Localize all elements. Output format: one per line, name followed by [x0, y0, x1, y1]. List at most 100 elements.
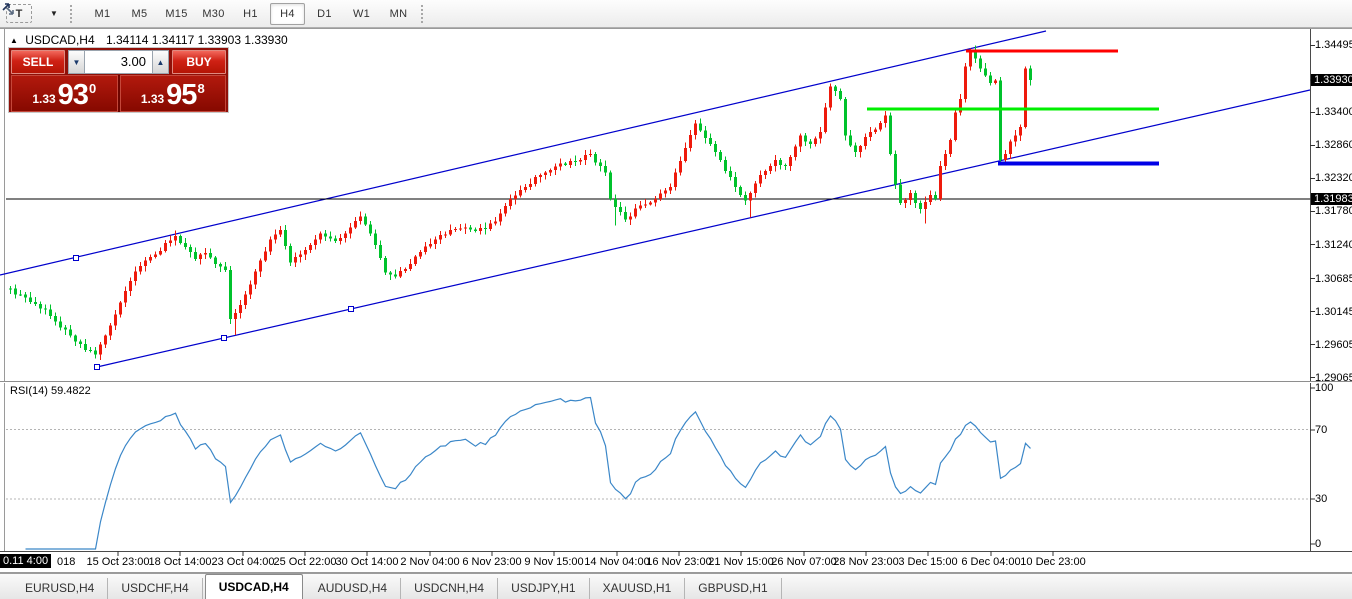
one-click-trade-panel: SELL ▼ 3.00 ▲ BUY 1.33 93 0 1.33 95 8: [8, 47, 229, 113]
chart-tab-eurusd-h4[interactable]: EURUSD,H4: [12, 578, 109, 599]
candle-body: [219, 264, 222, 267]
candle-body: [989, 75, 992, 83]
candle-body: [189, 246, 192, 253]
candle-body: [534, 177, 537, 184]
candle-body: [864, 136, 867, 147]
candle-body: [229, 270, 232, 320]
candle-body: [259, 260, 262, 272]
sell-price-quote[interactable]: 1.33 93 0: [11, 75, 118, 112]
chart-tab-usdjpy-h1[interactable]: USDJPY,H1: [498, 578, 590, 599]
candle-body: [39, 303, 42, 309]
chart-tab-usdcad-h4[interactable]: USDCAD,H4: [204, 574, 303, 599]
time-axis-label: 14 Nov 04:00: [584, 556, 650, 568]
candle-body: [349, 227, 352, 234]
candle-body: [719, 152, 722, 161]
candle-body: [714, 143, 717, 153]
chart-tab-usdchf-h4[interactable]: USDCHF,H4: [108, 578, 203, 599]
rsi-indicator-label: RSI(14) 59.4822: [10, 385, 91, 397]
channel-handle[interactable]: [94, 364, 100, 370]
candle-body: [1019, 127, 1022, 136]
candle-body: [979, 58, 982, 69]
candle-body: [9, 288, 12, 290]
price-axis-label: 1.32860: [1315, 139, 1352, 152]
candle-body: [769, 165, 772, 172]
candle-body: [134, 271, 137, 282]
price-axis-highlight-label: 1.31983: [1311, 193, 1352, 206]
candle-body: [324, 233, 327, 237]
candle-body: [499, 213, 502, 222]
candle-body: [874, 129, 877, 133]
candle-body: [594, 153, 597, 163]
candle-body: [614, 199, 617, 207]
candle-body: [644, 204, 647, 206]
candle-body: [559, 163, 562, 167]
candle-body: [69, 329, 72, 336]
candle-body: [854, 145, 857, 153]
candle-body: [724, 160, 727, 171]
candle-body: [159, 251, 162, 255]
candle-body: [619, 206, 622, 212]
chart-tab-gbpusd-h1[interactable]: GBPUSD,H1: [685, 578, 782, 599]
candle-body: [449, 229, 452, 235]
chart-tab-xauusd-h1[interactable]: XAUUSD,H1: [590, 578, 686, 599]
candle-body: [414, 256, 417, 265]
channel-handle[interactable]: [73, 255, 79, 261]
candle-body: [674, 172, 677, 188]
candle-body: [1014, 135, 1017, 142]
candle-body: [809, 141, 812, 145]
candle-body: [489, 223, 492, 230]
volume-decrease-button[interactable]: ▼: [68, 50, 85, 74]
candle-body: [319, 233, 322, 240]
candle-body: [399, 270, 402, 277]
candle-body: [529, 183, 532, 188]
candle-body: [894, 153, 897, 185]
candle-body: [84, 344, 87, 350]
volume-input[interactable]: 3.00: [85, 50, 152, 74]
candle-body: [934, 194, 937, 200]
candle-body: [909, 193, 912, 200]
time-axis-highlight: 0.11 4:00: [0, 554, 52, 568]
sell-button[interactable]: SELL: [11, 50, 65, 74]
chart-ohlc-values: 1.34114 1.34117 1.33903 1.33930: [105, 33, 288, 47]
chart-title: ▲ USDCAD,H4 1.34114 1.34117 1.33903 1.33…: [10, 33, 288, 47]
buy-price-quote[interactable]: 1.33 95 8: [119, 75, 226, 112]
buy-price-big-digits: 95: [166, 79, 197, 111]
price-axis-label: 1.30685: [1315, 272, 1352, 285]
channel-lower-line: [96, 89, 1311, 368]
candle-body: [89, 349, 92, 351]
buy-button[interactable]: BUY: [172, 50, 226, 74]
chart-tab-usdcnh-h4[interactable]: USDCNH,H4: [401, 578, 499, 599]
candle-body: [679, 160, 682, 173]
candle-body: [384, 258, 387, 273]
candle-body: [954, 112, 957, 140]
candle-body: [14, 288, 17, 295]
volume-increase-button[interactable]: ▲: [152, 50, 169, 74]
candle-body: [584, 154, 587, 160]
candle-body: [264, 251, 267, 261]
candle-body: [334, 238, 337, 241]
rsi-axis-label: 70: [1315, 424, 1328, 436]
candle-body: [899, 184, 902, 203]
candle-body: [744, 194, 747, 201]
candle-body: [1029, 68, 1032, 80]
candle-body: [214, 257, 217, 265]
candle-body: [394, 274, 397, 277]
channel-handle[interactable]: [348, 306, 354, 312]
rsi-axis-label: 30: [1315, 493, 1328, 505]
candle-body: [889, 115, 892, 154]
buy-price-prefix: 1.33: [140, 92, 165, 106]
candle-body: [974, 52, 977, 59]
rsi-axis-label: 100: [1315, 382, 1334, 394]
time-axis-label: 6 Nov 23:00: [462, 556, 522, 568]
time-axis-highlight-suffix: 018: [57, 556, 76, 568]
candle-body: [494, 221, 497, 224]
chart-tab-audusd-h4[interactable]: AUDUSD,H4: [305, 578, 402, 599]
candle-body: [549, 170, 552, 173]
time-axis-label: 28 Nov 23:00: [833, 556, 899, 568]
channel-handle[interactable]: [221, 335, 227, 341]
candle-body: [969, 52, 972, 67]
collapse-triangle-icon[interactable]: ▲: [10, 36, 18, 45]
price-axis-label: 1.29605: [1315, 338, 1352, 351]
candle-body: [834, 86, 837, 91]
candle-body: [419, 251, 422, 257]
